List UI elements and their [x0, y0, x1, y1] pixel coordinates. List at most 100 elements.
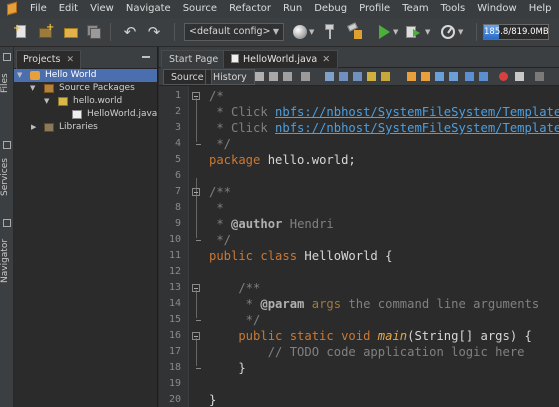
- build-hammer-icon[interactable]: [322, 24, 338, 40]
- redo-icon[interactable]: ↷: [146, 24, 162, 40]
- code-line[interactable]: 10 */: [159, 232, 559, 248]
- close-icon[interactable]: ✕: [66, 55, 74, 65]
- configuration-select[interactable]: <default config> ▼: [184, 23, 284, 41]
- close-icon[interactable]: ✕: [322, 54, 330, 65]
- tree-item-source-packages[interactable]: ▼ Source Packages: [14, 82, 157, 95]
- code-token: }: [209, 393, 217, 407]
- code-line[interactable]: 12: [159, 264, 559, 280]
- chevron-right-icon[interactable]: ▶: [31, 121, 36, 134]
- editor-toolbar: Source History: [159, 68, 559, 86]
- tree-item-hello-world-package[interactable]: ▼ hello.world: [14, 95, 157, 108]
- files-side-tab[interactable]: Files: [0, 67, 14, 99]
- menu-refactor[interactable]: Refactor: [224, 0, 278, 18]
- code-line[interactable]: 4 */: [159, 136, 559, 152]
- find-previous-icon[interactable]: [339, 72, 348, 81]
- tree-item-helloworld-java[interactable]: HelloWorld.java: [14, 108, 157, 121]
- line-number: 2: [174, 106, 181, 117]
- tree-item-hello-world[interactable]: ▼ Hello World: [14, 69, 157, 82]
- menu-profile[interactable]: Profile: [354, 0, 397, 18]
- code-line[interactable]: 2 * Click nbfs://nbhost/SystemFileSystem…: [159, 104, 559, 120]
- uncomment-icon[interactable]: [479, 72, 488, 81]
- code-line[interactable]: 6: [159, 168, 559, 184]
- find-next-icon[interactable]: [353, 72, 362, 81]
- code-token: package: [209, 153, 261, 167]
- tab-start-page[interactable]: Start Page: [161, 50, 227, 68]
- chevron-down-icon[interactable]: ▼: [44, 95, 49, 108]
- menu-file[interactable]: File: [25, 0, 54, 18]
- clean-build-icon[interactable]: [347, 22, 363, 40]
- code-line[interactable]: 20}: [159, 392, 559, 407]
- tree-item-libraries[interactable]: ▶ Libraries: [14, 121, 157, 134]
- code-token[interactable]: nbfs://nbhost/SystemFileSystem/Templates…: [275, 121, 559, 135]
- fold-toggle-icon[interactable]: [192, 188, 200, 196]
- history-icon[interactable]: [301, 72, 310, 81]
- find-selection-icon[interactable]: [325, 72, 334, 81]
- navigator-side-tab[interactable]: Navigator: [0, 233, 14, 289]
- code-line[interactable]: 9 * @author Hendri: [159, 216, 559, 232]
- menu-team[interactable]: Team: [397, 0, 435, 18]
- start-macro-icon[interactable]: [499, 72, 508, 81]
- code-line[interactable]: 3 * Click nbfs://nbhost/SystemFileSystem…: [159, 120, 559, 136]
- shift-right-icon[interactable]: [449, 72, 458, 81]
- shift-left-icon[interactable]: [435, 72, 444, 81]
- line-number: 3: [174, 122, 181, 133]
- browser-globe-icon[interactable]: ▼: [292, 24, 314, 40]
- save-all-icon[interactable]: [86, 24, 102, 40]
- code-line[interactable]: 14 * @param args the command line argume…: [159, 296, 559, 312]
- code-line[interactable]: 17 // TODO code application logic here: [159, 344, 559, 360]
- open-project-icon[interactable]: [63, 24, 79, 40]
- next-bookmark-icon[interactable]: [421, 72, 430, 81]
- toggle-bookmark-icon[interactable]: [381, 72, 390, 81]
- toggle-highlight-icon[interactable]: [367, 72, 376, 81]
- profile-gauge-icon[interactable]: ▼: [440, 24, 463, 40]
- undo-icon[interactable]: ↶: [122, 24, 138, 40]
- run-icon[interactable]: ▼: [376, 24, 398, 40]
- menu-debug[interactable]: Debug: [309, 0, 354, 18]
- code-line[interactable]: 19: [159, 376, 559, 392]
- back-icon[interactable]: [269, 72, 278, 81]
- menu-run[interactable]: Run: [278, 0, 309, 18]
- stop-macro-icon[interactable]: [515, 72, 524, 81]
- fold-toggle-icon[interactable]: [192, 332, 200, 340]
- fold-toggle-icon[interactable]: [192, 92, 200, 100]
- projects-tab[interactable]: Projects ✕: [16, 50, 81, 69]
- code-token[interactable]: nbfs://nbhost/SystemFileSystem/Templates…: [275, 105, 559, 119]
- minimize-icon[interactable]: [142, 56, 150, 58]
- tab-helloworld-java[interactable]: HelloWorld.java ✕: [223, 50, 339, 68]
- diff-icon[interactable]: [535, 72, 544, 81]
- comment-icon[interactable]: [465, 72, 474, 81]
- services-side-tab[interactable]: Services: [0, 155, 14, 199]
- code-line[interactable]: 1 /*: [159, 88, 559, 104]
- last-edit-icon[interactable]: [255, 72, 264, 81]
- line-number: 10: [168, 234, 181, 245]
- code-line[interactable]: 13 /**: [159, 280, 559, 296]
- code-line[interactable]: 16 public static void main(String[] args…: [159, 328, 559, 344]
- menu-navigate[interactable]: Navigate: [121, 0, 178, 18]
- debug-icon[interactable]: ▼: [405, 24, 430, 40]
- chevron-down-icon[interactable]: ▼: [17, 69, 22, 82]
- code-line[interactable]: 11 public class HelloWorld {: [159, 248, 559, 264]
- menu-tools[interactable]: Tools: [436, 0, 473, 18]
- code-line[interactable]: 7 /**: [159, 184, 559, 200]
- memory-usage-bar[interactable]: 185.8/819.0MB: [483, 24, 549, 40]
- source-packages-icon: [44, 84, 54, 93]
- forward-icon[interactable]: [283, 72, 292, 81]
- code-line[interactable]: 5 package hello.world;: [159, 152, 559, 168]
- code-line[interactable]: 8 *: [159, 200, 559, 216]
- menu-window[interactable]: Window: [472, 0, 523, 18]
- history-view-button[interactable]: History: [205, 69, 255, 85]
- menu-edit[interactable]: Edit: [54, 0, 85, 18]
- code-token: /**: [209, 281, 261, 295]
- code-editor[interactable]: 1/* 2 * Click nbfs://nbhost/SystemFileSys…: [159, 86, 559, 407]
- code-line[interactable]: 15 */: [159, 312, 559, 328]
- chevron-down-icon[interactable]: ▼: [30, 82, 35, 95]
- code-line[interactable]: 18 }: [159, 360, 559, 376]
- menu-source[interactable]: Source: [178, 0, 224, 18]
- previous-bookmark-icon[interactable]: [407, 72, 416, 81]
- line-number: 4: [174, 138, 181, 149]
- new-project-icon[interactable]: +: [38, 22, 54, 40]
- menu-view[interactable]: View: [85, 0, 121, 18]
- menu-help[interactable]: Help: [524, 0, 559, 18]
- new-file-icon[interactable]: +: [13, 24, 29, 40]
- fold-toggle-icon[interactable]: [192, 284, 200, 292]
